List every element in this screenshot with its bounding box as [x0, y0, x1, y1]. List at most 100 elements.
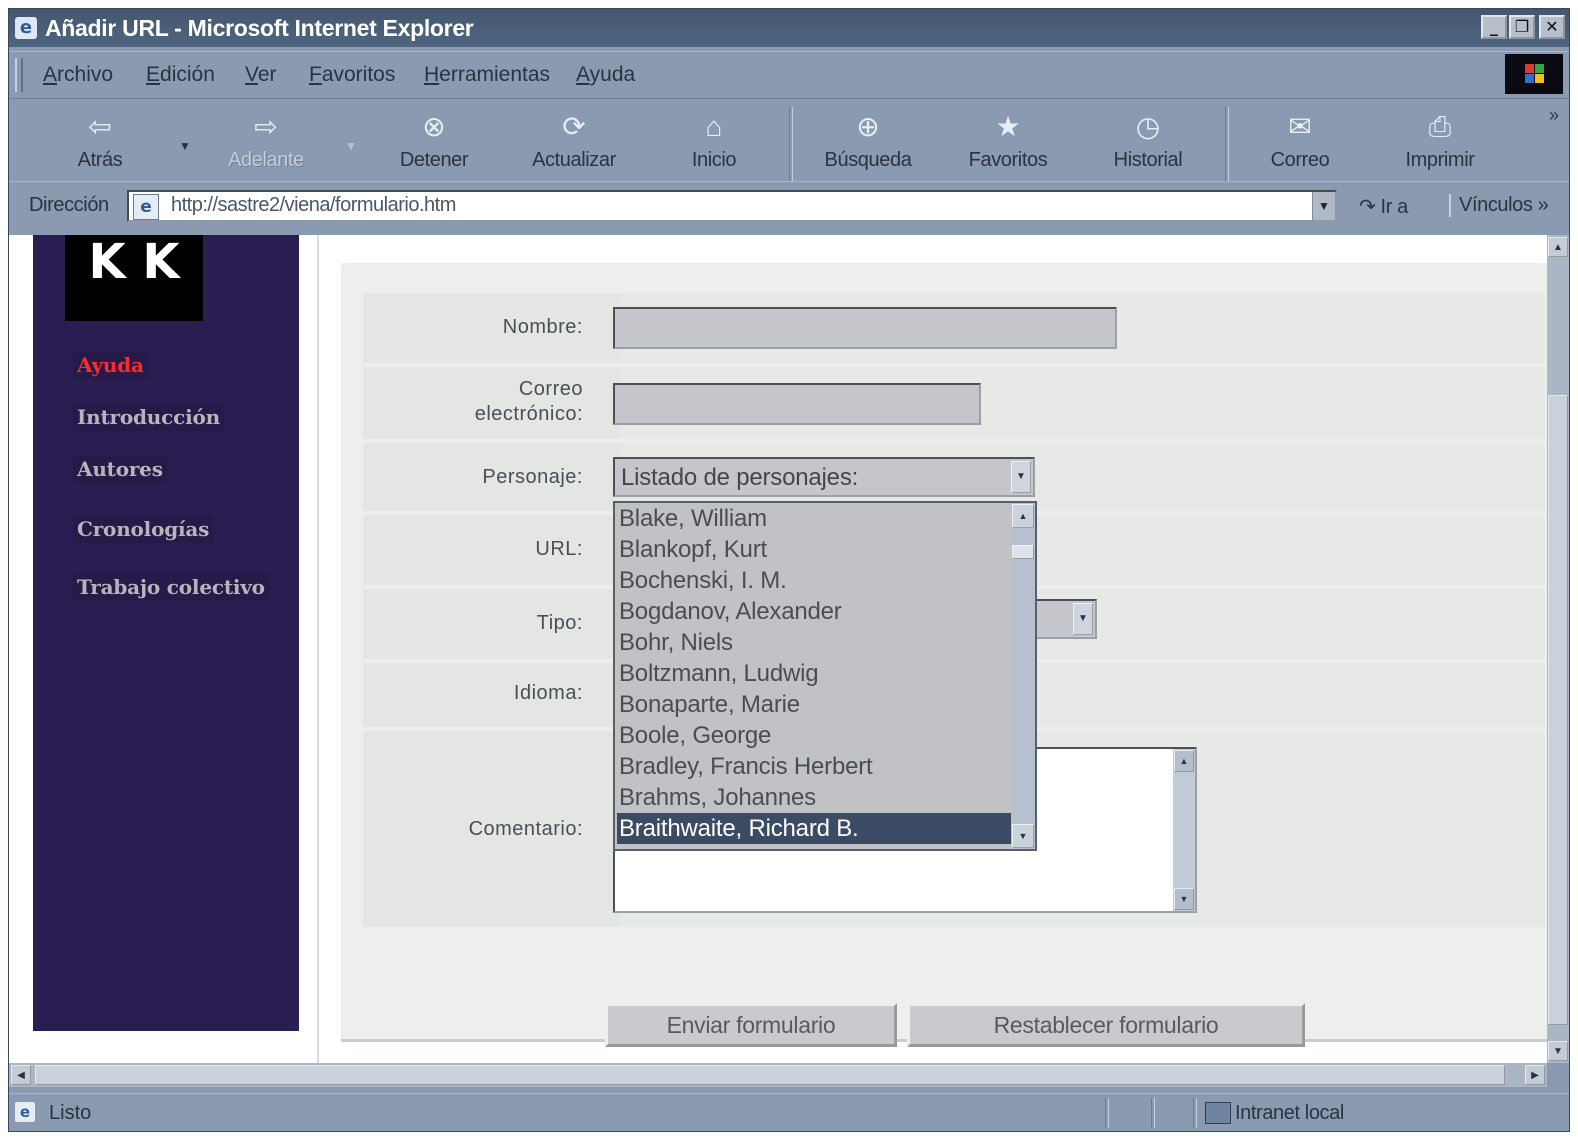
- reset-button[interactable]: Restablecer formulario: [907, 1003, 1305, 1047]
- menu-ver[interactable]: Ver: [245, 63, 277, 87]
- tipo-select[interactable]: ▼: [1035, 599, 1097, 639]
- menu-ayuda[interactable]: Ayuda: [576, 63, 635, 87]
- intranet-zone-icon: [1205, 1102, 1231, 1124]
- address-label: Dirección: [29, 194, 109, 216]
- back-arrow-icon: ⇦: [88, 111, 112, 142]
- address-input[interactable]: e http://sastre2/viena/formulario.htm ▼: [127, 190, 1337, 222]
- textarea-scrollbar[interactable]: ▲ ▼: [1173, 749, 1195, 911]
- security-zone: Intranet local: [1235, 1102, 1344, 1124]
- title-bar: e Añadir URL - Microsoft Internet Explor…: [9, 9, 1569, 47]
- refresh-button[interactable]: ⟳ Actualizar: [519, 105, 629, 183]
- list-item[interactable]: Blankopf, Kurt: [617, 534, 1013, 565]
- printer-icon: ⎙: [1428, 111, 1452, 142]
- nombre-input[interactable]: [613, 307, 1117, 349]
- windows-logo-icon: [1505, 54, 1563, 94]
- menu-edicion[interactable]: Edición: [146, 63, 215, 87]
- history-icon: ◷: [1135, 111, 1161, 142]
- list-item[interactable]: Blake, William: [617, 503, 1013, 534]
- label-personaje: Personaje:: [482, 466, 583, 488]
- tipo-dropdown-arrow-icon[interactable]: ▼: [1073, 603, 1093, 635]
- list-item[interactable]: Bohr, Niels: [617, 627, 1013, 658]
- menu-bar: Archivo Edición Ver Favoritos Herramient…: [9, 51, 1569, 99]
- search-icon: ⊕: [856, 111, 880, 142]
- form-panel: Nombre: Correo electrónico: Personaje: U…: [341, 263, 1547, 1047]
- close-button[interactable]: ✕: [1539, 15, 1565, 39]
- page-content: K K Ayuda Introducción Autores Cronologí…: [9, 235, 1547, 1063]
- personaje-dropdown-list[interactable]: Blake, William Blankopf, Kurt Bochenski,…: [613, 501, 1037, 851]
- scroll-down-icon[interactable]: ▼: [1548, 1041, 1568, 1061]
- links-button[interactable]: Vínculos »: [1449, 194, 1549, 217]
- print-button[interactable]: ⎙ Imprimir: [1385, 105, 1495, 183]
- label-idioma: Idioma:: [513, 682, 583, 704]
- nav-introduccion[interactable]: Introducción: [73, 403, 224, 431]
- scroll-left-icon[interactable]: ◀: [11, 1065, 31, 1085]
- scroll-right-icon[interactable]: ▶: [1525, 1065, 1545, 1085]
- personaje-dropdown-arrow-icon[interactable]: ▼: [1011, 461, 1031, 493]
- maximize-button[interactable]: ❐: [1509, 15, 1535, 39]
- scroll-up-icon[interactable]: ▲: [1174, 750, 1194, 772]
- home-button[interactable]: ⌂ Inicio: [659, 105, 769, 183]
- favorites-button[interactable]: ★ Favoritos: [953, 105, 1063, 183]
- sidebar: K K Ayuda Introducción Autores Cronologí…: [33, 235, 299, 1031]
- personaje-select[interactable]: Listado de personajes: ▼: [613, 457, 1035, 497]
- go-arrow-icon: ↷: [1359, 196, 1376, 218]
- go-button[interactable]: ↷ Ir a: [1359, 194, 1408, 219]
- list-item[interactable]: Bochenski, I. M.: [617, 565, 1013, 596]
- home-icon: ⌂: [705, 111, 723, 142]
- column-divider: [317, 235, 319, 1063]
- page-status-icon: e: [15, 1102, 35, 1122]
- list-item[interactable]: Bonaparte, Marie: [617, 689, 1013, 720]
- label-tipo: Tipo:: [536, 612, 583, 634]
- toolbar-more-chevron[interactable]: »: [1549, 105, 1559, 126]
- email-input[interactable]: [613, 383, 981, 425]
- nav-autores[interactable]: Autores: [73, 455, 167, 483]
- label-comentario: Comentario:: [468, 818, 583, 840]
- menu-archivo[interactable]: Archivo: [43, 63, 113, 87]
- list-item[interactable]: Boole, George: [617, 720, 1013, 751]
- list-item[interactable]: Bradley, Francis Herbert: [617, 751, 1013, 782]
- address-dropdown-icon[interactable]: ▼: [1312, 192, 1335, 220]
- list-item-selected[interactable]: Braithwaite, Richard B.: [617, 813, 1013, 844]
- toolbar-separator: [1225, 107, 1229, 181]
- scroll-down-icon[interactable]: ▼: [1012, 824, 1034, 848]
- menu-favoritos[interactable]: Favoritos: [309, 63, 395, 87]
- scroll-thumb[interactable]: [1012, 545, 1034, 559]
- status-text: Listo: [49, 1102, 92, 1124]
- browser-window: e Añadir URL - Microsoft Internet Explor…: [8, 8, 1570, 1132]
- back-dropdown-icon[interactable]: ▼: [179, 139, 191, 153]
- toolbar-separator: [789, 107, 793, 181]
- scroll-thumb[interactable]: [1548, 395, 1568, 1025]
- scroll-up-icon[interactable]: ▲: [1012, 504, 1034, 528]
- forward-dropdown-icon: ▼: [345, 139, 357, 153]
- minimize-button[interactable]: _: [1481, 15, 1507, 39]
- back-button[interactable]: ⇦ Atrás: [45, 105, 155, 183]
- nav-cronologias[interactable]: Cronologías: [73, 515, 214, 543]
- page-vertical-scrollbar[interactable]: ▲ ▼: [1547, 235, 1569, 1063]
- refresh-icon: ⟳: [562, 111, 586, 142]
- address-url[interactable]: http://sastre2/viena/formulario.htm: [171, 194, 456, 217]
- stop-button[interactable]: ⊗ Detener: [379, 105, 489, 183]
- standard-toolbar: ⇦ Atrás ▼ ⇨ Adelante ▼ ⊗ Detener ⟳ Actua…: [9, 99, 1569, 190]
- menu-herramientas[interactable]: Herramientas: [424, 63, 550, 87]
- nav-ayuda[interactable]: Ayuda: [73, 351, 148, 379]
- submit-button[interactable]: Enviar formulario: [605, 1003, 897, 1047]
- forward-arrow-icon: ⇨: [254, 111, 278, 142]
- favorites-folder-icon: ★: [995, 111, 1021, 142]
- status-separator: [1193, 1098, 1197, 1128]
- history-button[interactable]: ◷ Historial: [1093, 105, 1203, 183]
- list-item[interactable]: Brahms, Johannes: [617, 782, 1013, 813]
- label-correo: Correo: [518, 378, 583, 400]
- ie-logo-icon: e: [15, 17, 37, 39]
- list-item[interactable]: Boltzmann, Ludwig: [617, 658, 1013, 689]
- list-item[interactable]: Bogdanov, Alexander: [617, 596, 1013, 627]
- list-scrollbar[interactable]: ▲ ▼: [1011, 503, 1035, 849]
- scroll-down-icon[interactable]: ▼: [1174, 888, 1194, 910]
- forward-button: ⇨ Adelante: [228, 111, 304, 171]
- mail-button[interactable]: ✉ Correo: [1245, 105, 1355, 183]
- search-button[interactable]: ⊕ Búsqueda: [813, 105, 923, 183]
- nav-trabajo-colectivo[interactable]: Trabajo colectivo: [73, 573, 269, 601]
- scroll-thumb[interactable]: [35, 1065, 1505, 1085]
- page-horizontal-scrollbar[interactable]: ◀ ▶: [9, 1063, 1547, 1087]
- scroll-up-icon[interactable]: ▲: [1548, 237, 1568, 257]
- label-nombre: Nombre:: [502, 316, 583, 338]
